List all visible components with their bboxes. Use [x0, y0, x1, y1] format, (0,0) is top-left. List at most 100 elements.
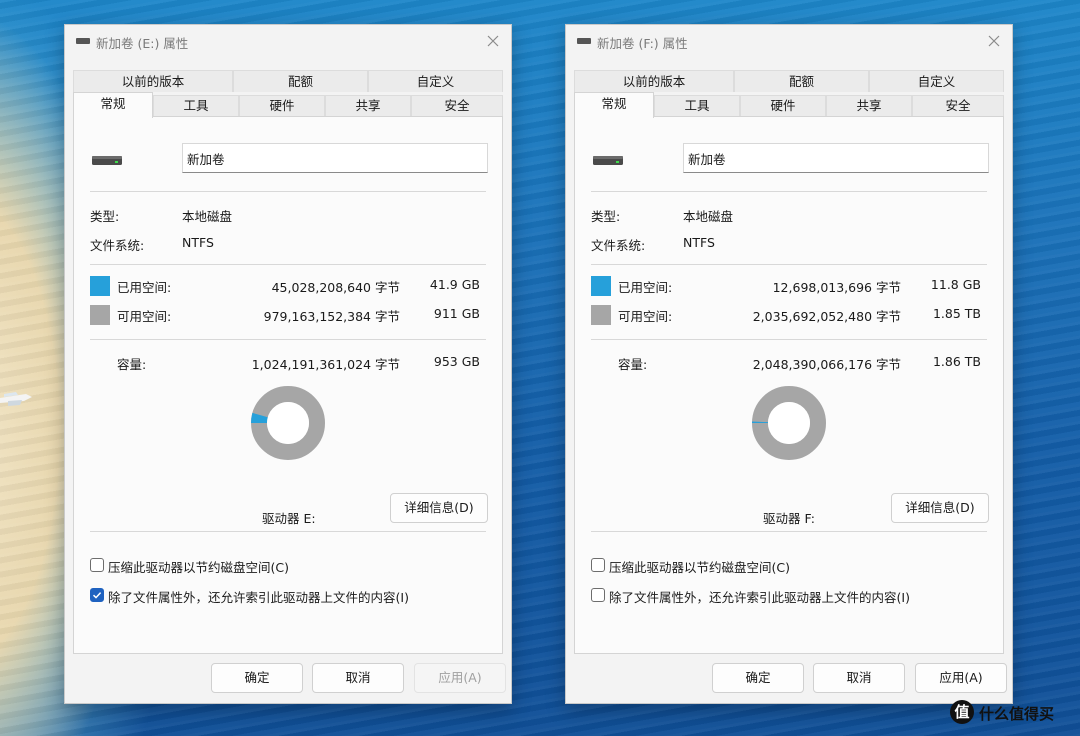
tab-hardware[interactable]: 硬件: [740, 95, 826, 116]
compress-checkbox[interactable]: [90, 558, 104, 572]
ok-button[interactable]: 确定: [712, 663, 804, 693]
capacity-size: 1.86 TB: [932, 354, 981, 369]
tab-general[interactable]: 常规: [73, 92, 153, 118]
boat-decoration: [0, 392, 32, 406]
volume-name-input[interactable]: [683, 143, 989, 173]
type-label: 类型:: [90, 209, 120, 224]
apply-button[interactable]: 应用(A): [915, 663, 1007, 693]
divider: [591, 264, 987, 265]
tab-previous-versions[interactable]: 以前的版本: [73, 70, 233, 92]
tab-customize[interactable]: 自定义: [368, 70, 503, 92]
tab-row-top: 以前的版本 配额 自定义: [73, 70, 503, 92]
tab-sharing[interactable]: 共享: [826, 95, 912, 116]
watermark-logo: 值: [950, 700, 974, 724]
watermark-text: 什么值得买: [979, 705, 1055, 723]
drive-icon: [593, 156, 623, 165]
index-label[interactable]: 除了文件属性外，还允许索引此驱动器上文件的内容(I): [609, 587, 910, 606]
close-icon: [487, 35, 499, 47]
type-label: 类型:: [591, 209, 621, 224]
details-button[interactable]: 详细信息(D): [390, 493, 488, 523]
used-space-bytes: 12,698,013,696 字节: [772, 280, 901, 295]
tab-sharing[interactable]: 共享: [325, 95, 411, 116]
site-watermark: 值 什么值得买: [950, 700, 1080, 730]
used-space-label: 已用空间:: [618, 280, 673, 295]
tab-tools[interactable]: 工具: [153, 95, 239, 116]
cancel-button[interactable]: 取消: [312, 663, 404, 693]
title-bar[interactable]: 新加卷 (E:) 属性: [65, 25, 511, 57]
tab-row-bottom: 常规 工具 硬件 共享 安全: [73, 92, 503, 118]
details-button[interactable]: 详细信息(D): [891, 493, 989, 523]
index-checkbox[interactable]: [90, 588, 104, 602]
general-panel: 类型: 本地磁盘 文件系统: NTFS 已用空间: 45,028,208,640…: [73, 116, 503, 654]
apply-button[interactable]: 应用(A): [414, 663, 506, 693]
used-space-swatch: [90, 276, 110, 296]
tab-security[interactable]: 安全: [912, 95, 1004, 116]
tab-row-bottom: 常规 工具 硬件 共享 安全: [574, 92, 1004, 118]
ok-button[interactable]: 确定: [211, 663, 303, 693]
cancel-button[interactable]: 取消: [813, 663, 905, 693]
divider: [90, 339, 486, 340]
tab-security[interactable]: 安全: [411, 95, 503, 116]
donut-hole: [768, 402, 810, 444]
compress-label[interactable]: 压缩此驱动器以节约磁盘空间(C): [609, 557, 790, 576]
tab-quota[interactable]: 配额: [734, 70, 869, 92]
free-space-size: 1.85 TB: [932, 306, 981, 321]
capacity-label: 容量:: [618, 357, 648, 372]
filesystem-value: NTFS: [683, 235, 715, 250]
divider: [591, 339, 987, 340]
drive-icon: [92, 156, 122, 165]
drive-title-icon: [577, 38, 591, 44]
capacity-label: 容量:: [117, 357, 147, 372]
usage-donut-chart: [251, 386, 325, 460]
close-button[interactable]: [984, 31, 1004, 51]
divider: [591, 191, 987, 192]
drive-title-icon: [76, 38, 90, 44]
type-value: 本地磁盘: [683, 209, 734, 224]
capacity-bytes: 1,024,191,361,024 字节: [251, 357, 400, 372]
filesystem-label: 文件系统:: [591, 238, 646, 253]
free-space-swatch: [90, 305, 110, 325]
free-space-label: 可用空间:: [117, 309, 172, 324]
usage-donut-chart: [752, 386, 826, 460]
checkmark-icon: [92, 592, 102, 599]
free-space-label: 可用空间:: [618, 309, 673, 324]
free-space-bytes: 979,163,152,384 字节: [263, 309, 400, 324]
used-space-bytes: 45,028,208,640 字节: [271, 280, 400, 295]
filesystem-label: 文件系统:: [90, 238, 145, 253]
close-icon: [988, 35, 1000, 47]
capacity-bytes: 2,048,390,066,176 字节: [752, 357, 901, 372]
drive-letter-label: 驱动器 F:: [763, 511, 815, 526]
tab-tools[interactable]: 工具: [654, 95, 740, 116]
tab-quota[interactable]: 配额: [233, 70, 368, 92]
drive-letter-label: 驱动器 E:: [262, 511, 316, 526]
index-label[interactable]: 除了文件属性外，还允许索引此驱动器上文件的内容(I): [108, 587, 409, 606]
window-title: 新加卷 (F:) 属性: [597, 36, 688, 51]
tab-row-top: 以前的版本 配额 自定义: [574, 70, 1004, 92]
volume-name-input[interactable]: [182, 143, 488, 173]
type-value: 本地磁盘: [182, 209, 233, 224]
compress-checkbox[interactable]: [591, 558, 605, 572]
free-space-bytes: 2,035,692,052,480 字节: [752, 309, 901, 324]
filesystem-value: NTFS: [182, 235, 214, 250]
donut-hole: [267, 402, 309, 444]
compress-label[interactable]: 压缩此驱动器以节约磁盘空间(C): [108, 557, 289, 576]
divider: [591, 531, 987, 532]
tab-hardware[interactable]: 硬件: [239, 95, 325, 116]
capacity-size: 953 GB: [433, 354, 480, 369]
tab-customize[interactable]: 自定义: [869, 70, 1004, 92]
properties-dialog-e: 新加卷 (E:) 属性 以前的版本 配额 自定义 常规 工具 硬件 共享 安全 …: [64, 24, 512, 704]
close-button[interactable]: [483, 31, 503, 51]
properties-dialog-f: 新加卷 (F:) 属性 以前的版本 配额 自定义 常规 工具 硬件 共享 安全 …: [565, 24, 1013, 704]
used-space-label: 已用空间:: [117, 280, 172, 295]
general-panel: 类型: 本地磁盘 文件系统: NTFS 已用空间: 12,698,013,696…: [574, 116, 1004, 654]
divider: [90, 191, 486, 192]
tab-general[interactable]: 常规: [574, 92, 654, 118]
title-bar[interactable]: 新加卷 (F:) 属性: [566, 25, 1012, 57]
tab-previous-versions[interactable]: 以前的版本: [574, 70, 734, 92]
used-space-swatch: [591, 276, 611, 296]
free-space-swatch: [591, 305, 611, 325]
index-checkbox[interactable]: [591, 588, 605, 602]
free-space-size: 911 GB: [433, 306, 480, 321]
used-space-size: 11.8 GB: [930, 277, 981, 292]
divider: [90, 531, 486, 532]
